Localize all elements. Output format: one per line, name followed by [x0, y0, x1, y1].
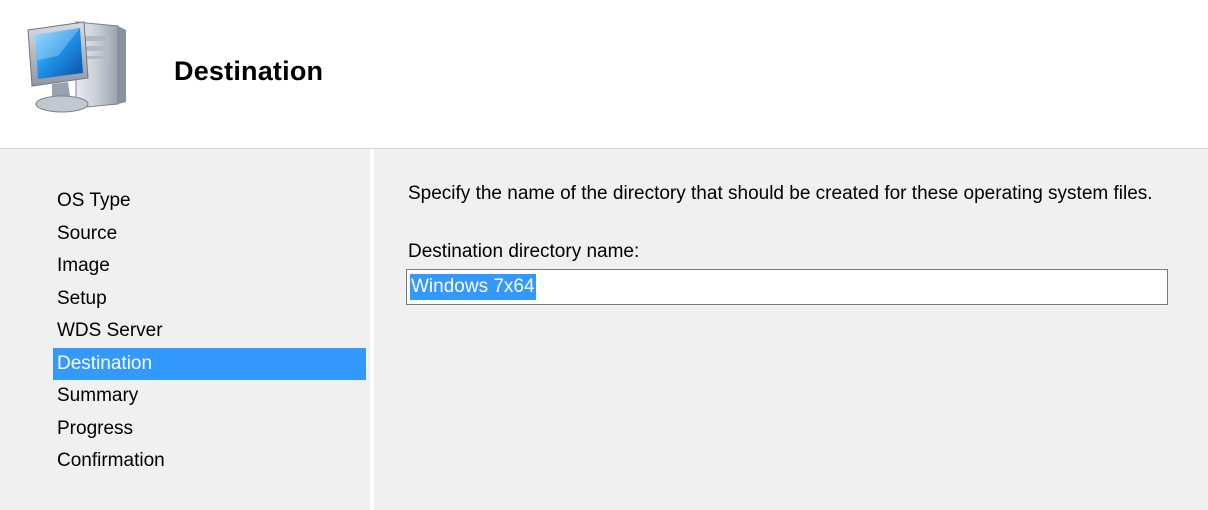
wizard-header: Destination — [0, 0, 1208, 148]
step-os-type[interactable]: OS Type — [53, 185, 366, 218]
wizard-steps-list: OS Type Source Image Setup WDS Server De… — [53, 185, 366, 478]
step-summary[interactable]: Summary — [53, 380, 366, 413]
wizard-steps-pane: OS Type Source Image Setup WDS Server De… — [8, 149, 370, 510]
computer-icon — [22, 16, 134, 120]
step-progress[interactable]: Progress — [53, 413, 366, 446]
wizard-window: Destination OS Type Source Image Setup W… — [0, 0, 1208, 510]
wizard-body: OS Type Source Image Setup WDS Server De… — [0, 148, 1208, 510]
step-setup[interactable]: Setup — [53, 283, 366, 316]
step-wds-server[interactable]: WDS Server — [53, 315, 366, 348]
step-image[interactable]: Image — [53, 250, 366, 283]
content-pane: Specify the name of the directory that s… — [374, 149, 1208, 510]
step-source[interactable]: Source — [53, 218, 366, 251]
page-title: Destination — [174, 56, 324, 86]
step-destination[interactable]: Destination — [53, 347, 366, 380]
destination-directory-value[interactable]: Windows 7x64 — [410, 274, 536, 300]
step-confirmation[interactable]: Confirmation — [53, 445, 366, 478]
destination-directory-label: Destination directory name: — [408, 241, 640, 262]
instruction-text: Specify the name of the directory that s… — [408, 183, 1153, 204]
destination-directory-input[interactable]: Windows 7x64 — [406, 269, 1168, 305]
